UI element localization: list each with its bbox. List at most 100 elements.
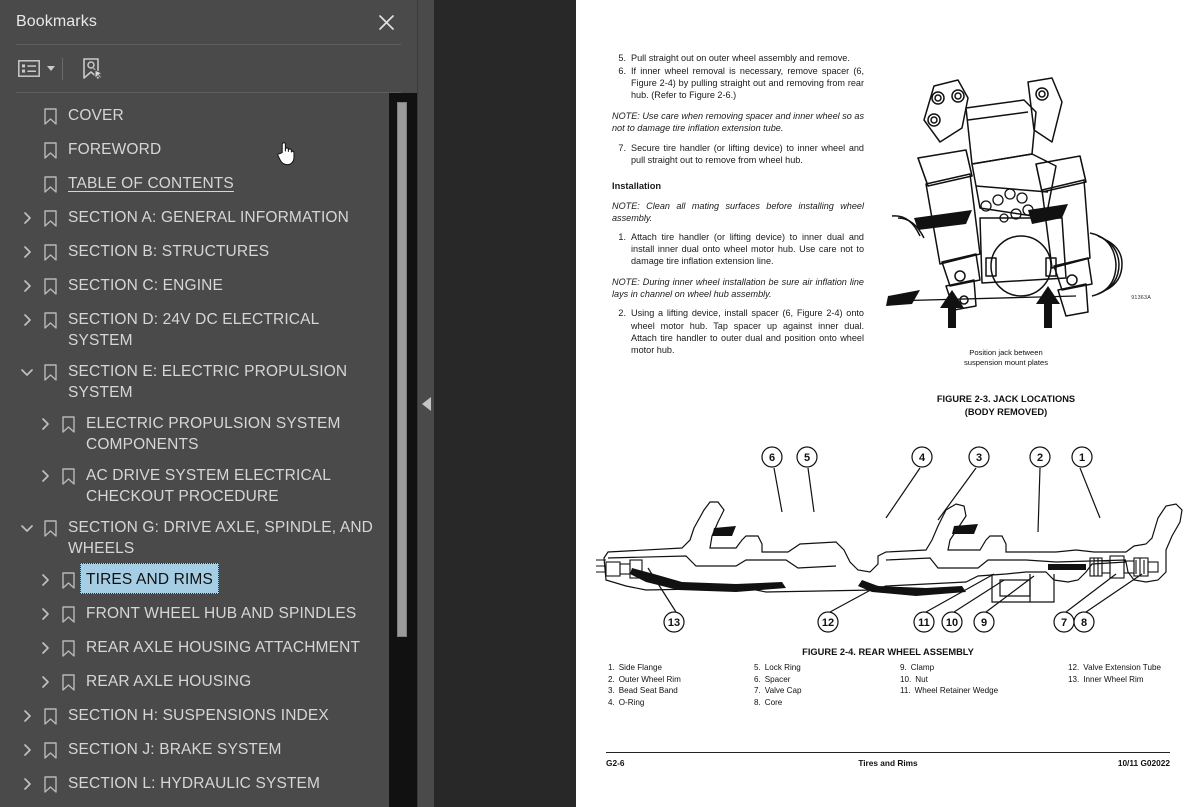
- chevron-right-icon[interactable]: [16, 699, 38, 733]
- bookmark-item-label: ELECTRIC PROPULSION SYSTEM COMPONENTS: [86, 415, 341, 453]
- bookmark-item-label: TIRES AND RIMS: [80, 563, 219, 594]
- step-number: 5.: [618, 53, 626, 63]
- bookmarks-tree-wrapper: COVER FOREWORD TABLE OF CONTENTS SECTION A…: [0, 93, 417, 807]
- legend-item: 5. Lock Ring: [754, 662, 900, 674]
- legend-item: 3. Bead Seat Band: [608, 685, 754, 697]
- bookmark-item-front-wheel-hub-and-spindles[interactable]: FRONT WHEEL HUB AND SPINDLES: [0, 597, 390, 631]
- close-icon[interactable]: [373, 9, 399, 35]
- chevron-right-icon[interactable]: [34, 459, 56, 493]
- bookmark-item-tires-and-rims[interactable]: TIRES AND RIMS: [0, 563, 390, 597]
- document-viewer: 5. Pull straight out on outer wheel assem…: [418, 0, 1200, 807]
- bookmark-icon: [56, 631, 80, 665]
- chevron-down-icon[interactable]: [16, 511, 38, 545]
- legend-item-label: Wheel Retainer Wedge: [914, 686, 999, 696]
- procedure-step: 1. Attach tire handler (or lifting device…: [612, 231, 864, 267]
- steps-top-list: 5. Pull straight out on outer wheel assem…: [612, 52, 864, 101]
- bookmark-icon: [38, 767, 62, 801]
- bookmark-item-cover[interactable]: COVER: [0, 99, 390, 133]
- legend-item-label: Core: [764, 697, 783, 707]
- bookmark-item-electric-propulsion-system-components[interactable]: ELECTRIC PROPULSION SYSTEM COMPONENTS: [0, 407, 390, 459]
- legend-item: 6. Spacer: [754, 674, 900, 686]
- bookmark-item-label: SECTION A: GENERAL INFORMATION: [68, 209, 349, 226]
- bookmark-icon: [56, 597, 80, 631]
- bookmark-item-label: REAR AXLE HOUSING: [86, 673, 252, 690]
- bookmark-item-section-e-electric-propulsion-system[interactable]: SECTION E: ELECTRIC PROPULSION SYSTEM: [0, 355, 390, 407]
- legend-item-label: Side Flange: [618, 663, 662, 672]
- bookmarks-scrollbar-thumb[interactable]: [397, 102, 407, 637]
- bookmark-item-label: COVER: [68, 107, 124, 124]
- procedure-step: 6. If inner wheel removal is necessary, r…: [612, 65, 864, 101]
- bookmark-icon: [38, 235, 62, 269]
- bookmark-item-foreword[interactable]: FOREWORD: [0, 133, 390, 167]
- bookmark-item-section-m-options-and-special-tools[interactable]: SECTION M: OPTIONS AND SPECIAL TOOLS: [0, 801, 390, 807]
- svg-text:2: 2: [1037, 452, 1043, 464]
- figure-2-3: 91363A Position jack between suspension …: [866, 58, 1176, 418]
- chevron-right-icon[interactable]: [16, 269, 38, 303]
- svg-text:7: 7: [1061, 617, 1067, 629]
- bookmark-icon: [38, 167, 62, 201]
- svg-text:10: 10: [946, 617, 958, 629]
- bookmark-icon: [38, 801, 62, 807]
- find-current-bookmark-icon[interactable]: [75, 54, 107, 84]
- svg-text:9: 9: [981, 617, 987, 629]
- collapse-sidebar-handle[interactable]: [418, 0, 434, 807]
- bookmarks-scrollbar-track[interactable]: [389, 93, 417, 807]
- legend-item: 8. Core: [754, 697, 900, 709]
- bookmark-item-section-a-general-information[interactable]: SECTION A: GENERAL INFORMATION: [0, 201, 390, 235]
- legend-item-label: Nut: [915, 674, 928, 684]
- figure-2-4: 6 5 4 3 2 1 13 12 11 10 9 7 8 FIGURE 2-4. REAR W…: [586, 440, 1190, 710]
- bookmark-item-section-c-engine[interactable]: SECTION C: ENGINE: [0, 269, 390, 303]
- bookmark-icon: [56, 665, 80, 699]
- step-number: 7.: [618, 142, 626, 153]
- chevron-right-icon[interactable]: [34, 407, 56, 441]
- chevron-right-icon[interactable]: [34, 665, 56, 699]
- footer-divider: [606, 752, 1170, 753]
- pdf-reader-window: Bookmarks COVER FOREWORD TABLE OF CONTEN…: [0, 0, 1200, 807]
- step-text: Attach tire handler (or lifting device) …: [631, 231, 864, 267]
- chevron-right-icon[interactable]: [34, 563, 56, 597]
- bookmark-item-section-g-drive-axle-spindle-and-wheels[interactable]: SECTION G: DRIVE AXLE, SPINDLE, AND WHEE…: [0, 511, 390, 563]
- chevron-right-icon[interactable]: [16, 767, 38, 801]
- bookmark-icon: [38, 511, 62, 545]
- note-2: NOTE: Clean all mating surfaces before i…: [612, 200, 864, 223]
- chevron-left-icon: [421, 396, 431, 411]
- bookmark-item-label: SECTION G: DRIVE AXLE, SPINDLE, AND WHEE…: [68, 519, 374, 557]
- suspension-assembly-line-drawing: [886, 77, 1123, 328]
- legend-item-number: 8.: [754, 697, 761, 707]
- svg-text:5: 5: [804, 452, 810, 464]
- chevron-right-icon[interactable]: [16, 235, 38, 269]
- bookmark-item-rear-axle-housing[interactable]: REAR AXLE HOUSING: [0, 665, 390, 699]
- legend-item-label: Valve Cap: [764, 686, 802, 696]
- step-number: 1.: [618, 231, 626, 242]
- figure-2-3-art-id: 91363A: [1131, 295, 1151, 301]
- bookmark-item-label: SECTION M: OPTIONS AND SPECIAL TOOLS: [62, 801, 386, 807]
- bookmark-item-rear-axle-housing-attachment[interactable]: REAR AXLE HOUSING ATTACHMENT: [0, 631, 390, 665]
- pdf-page[interactable]: 5. Pull straight out on outer wheel assem…: [576, 0, 1200, 807]
- chevron-right-icon[interactable]: [16, 733, 38, 767]
- bookmark-item-section-l-hydraulic-system[interactable]: SECTION L: HYDRAULIC SYSTEM: [0, 767, 390, 801]
- legend-item: 2. Outer Wheel Rim: [608, 674, 754, 686]
- chevron-right-icon[interactable]: [16, 801, 38, 807]
- bookmark-item-table-of-contents[interactable]: TABLE OF CONTENTS: [0, 167, 390, 201]
- bookmark-item-label: FOREWORD: [68, 141, 162, 158]
- chevron-right-icon[interactable]: [34, 631, 56, 665]
- bookmark-item-section-b-structures[interactable]: SECTION B: STRUCTURES: [0, 235, 390, 269]
- bookmark-item-ac-drive-system-electrical-checkout-procedure[interactable]: AC DRIVE SYSTEM ELECTRICAL CHECKOUT PROC…: [0, 459, 390, 511]
- figure-2-3-annotation-line2: suspension mount plates: [963, 358, 1048, 367]
- chevron-down-icon[interactable]: [16, 355, 38, 389]
- note-3: NOTE: During inner wheel installation be…: [612, 277, 864, 300]
- legend-item-label: Valve Extension Tube: [1083, 663, 1161, 672]
- bookmark-item-section-h-suspensions-index[interactable]: SECTION H: SUSPENSIONS INDEX: [0, 699, 390, 733]
- legend-item: 9. Clamp: [900, 662, 1068, 674]
- bookmark-item-section-d-24v-dc-electrical-system[interactable]: SECTION D: 24V DC ELECTRICAL SYSTEM: [0, 303, 390, 355]
- bookmark-item-section-j-brake-system[interactable]: SECTION J: BRAKE SYSTEM: [0, 733, 390, 767]
- chevron-right-icon[interactable]: [16, 303, 38, 337]
- bookmark-icon: [56, 407, 80, 441]
- legend-item-number: 4.: [608, 697, 615, 707]
- svg-text:4: 4: [919, 452, 926, 464]
- list-options-icon[interactable]: [16, 54, 56, 84]
- svg-text:1: 1: [1079, 452, 1085, 464]
- chevron-right-icon[interactable]: [34, 597, 56, 631]
- figure-2-4-caption: FIGURE 2-4. REAR WHEEL ASSEMBLY: [802, 647, 974, 657]
- chevron-right-icon[interactable]: [16, 201, 38, 235]
